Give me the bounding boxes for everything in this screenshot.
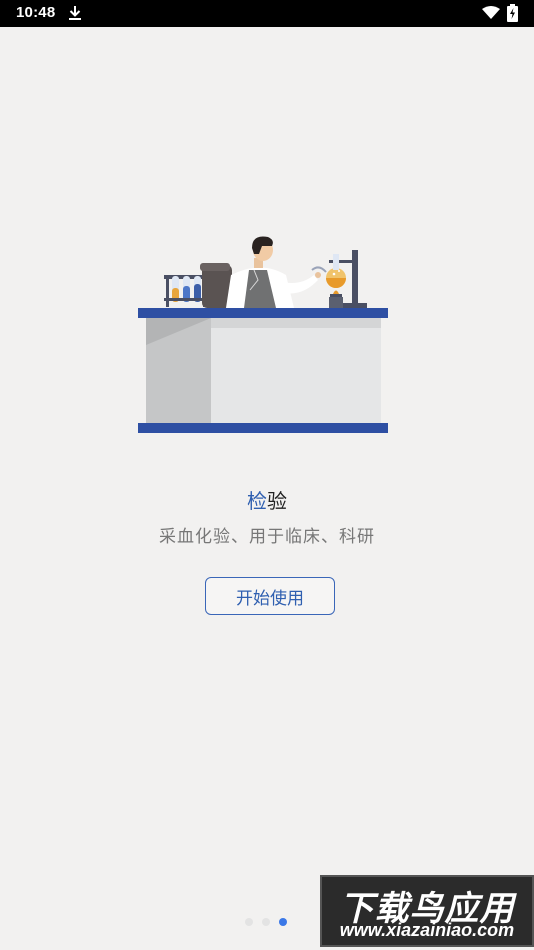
- watermark-url: www.xiazainiao.com: [339, 920, 515, 940]
- watermark-logo: 下载鸟应用 www.xiazainiao.com: [320, 875, 534, 947]
- battery-charging-icon: [507, 4, 518, 22]
- lab-desk: [138, 308, 388, 433]
- page-indicator: [245, 918, 287, 926]
- start-button[interactable]: 开始使用: [205, 577, 335, 615]
- page-title-accent: 检: [247, 489, 267, 513]
- page-dot-2[interactable]: [262, 918, 270, 926]
- page-subtitle: 采血化验、用于临床、科研: [159, 527, 375, 547]
- status-bar: 10:48: [0, 0, 534, 27]
- page-title: 检验: [0, 485, 534, 514]
- test-tube-rack: [164, 275, 208, 307]
- wifi-icon: [482, 6, 500, 19]
- lab-illustration: [138, 236, 388, 433]
- status-time: 10:48: [16, 4, 56, 21]
- scientist-figure: [226, 236, 321, 308]
- page-dot-3-active[interactable]: [279, 918, 287, 926]
- page-dot-1[interactable]: [245, 918, 253, 926]
- page-title-rest: 验: [267, 489, 287, 513]
- flask-stand: [311, 250, 367, 308]
- download-icon: [69, 6, 81, 20]
